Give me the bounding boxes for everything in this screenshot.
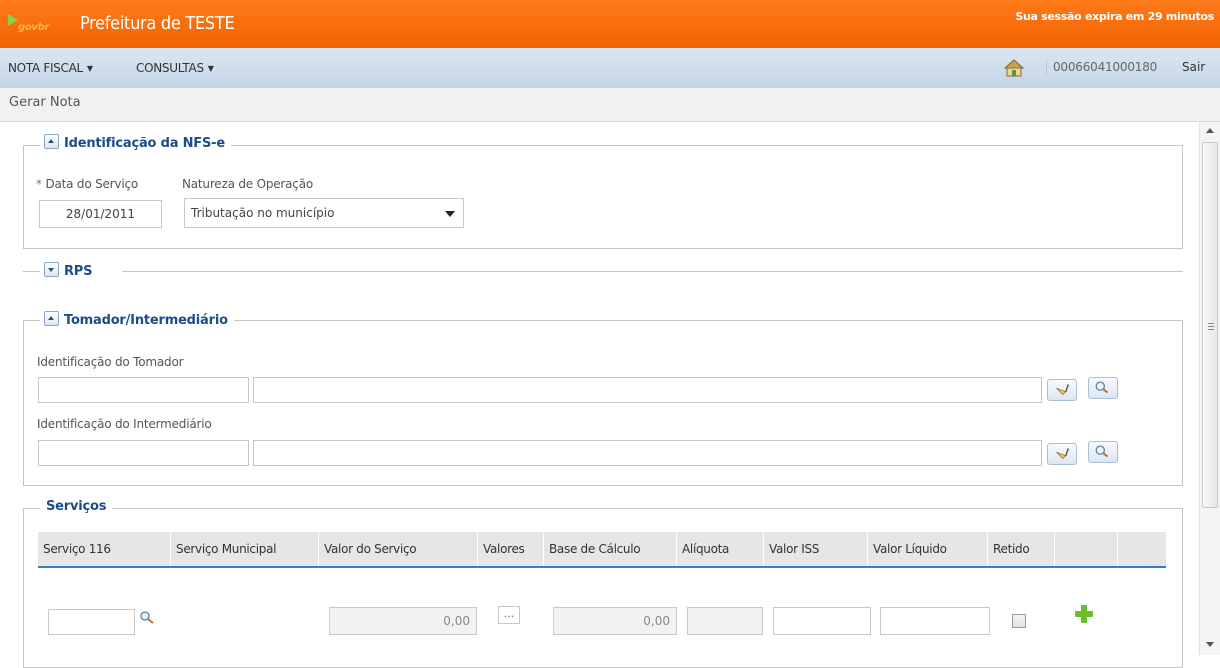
section-title: Serviços (46, 499, 107, 514)
menu-nota-fiscal[interactable]: NOTA FISCAL ▼ (8, 61, 93, 75)
expand-icon[interactable] (44, 262, 59, 277)
logo-arrow-icon (8, 14, 18, 26)
chevron-down-icon (445, 211, 455, 217)
logout-link[interactable]: Sair (1182, 60, 1205, 74)
menu-bar: NOTA FISCAL ▼ CONSULTAS ▼ 00066041000180 S… (0, 48, 1220, 89)
scroll-thumb[interactable] (1202, 142, 1218, 508)
col-extra (1118, 532, 1166, 566)
logo-text: gov (18, 22, 38, 33)
tomador-label: Identificação do Tomador (37, 355, 184, 369)
data-servico-input[interactable] (39, 200, 162, 228)
caret-down-icon: ▼ (207, 64, 214, 73)
col-actions (1055, 532, 1118, 566)
app-title: Prefeitura de TESTE (80, 13, 235, 34)
section-title: Identificação da NFS-e (64, 136, 225, 151)
search-icon (1095, 445, 1109, 458)
servicos-table-header: Serviço 116 Serviço Municipal Valor do S… (38, 532, 1166, 568)
collapse-icon[interactable] (44, 311, 59, 326)
search-icon[interactable] (139, 610, 157, 626)
header-bar: govbr Prefeitura de TESTE Sua sessão exp… (0, 0, 1220, 48)
col-valor-servico: Valor do Serviço (319, 532, 478, 566)
search-tomador-button[interactable] (1088, 377, 1118, 399)
servicos-legend: Serviços (40, 499, 113, 514)
collapse-icon[interactable] (44, 134, 59, 149)
rps-legend: RPS (40, 262, 99, 279)
natureza-label: Natureza de Operação (182, 177, 314, 191)
natureza-selected-value: Tributação no município (191, 206, 335, 220)
logo-text-suffix: br (37, 22, 50, 33)
home-icon[interactable] (1004, 59, 1024, 77)
col-valor-liquido: Valor Líquido (868, 532, 988, 566)
user-id: 00066041000180 (1046, 60, 1157, 74)
base-calculo-input (553, 607, 677, 635)
identificacao-fieldset (23, 145, 1183, 249)
clear-intermediario-button[interactable] (1047, 443, 1077, 465)
page-title: Gerar Nota (9, 95, 81, 110)
identificacao-legend: Identificação da NFS-e (40, 134, 231, 151)
search-icon (1095, 381, 1109, 394)
valor-servico-input[interactable] (329, 607, 477, 635)
intermediario-label: Identificação do Intermediário (37, 417, 212, 431)
page-scrollbar[interactable] (1199, 122, 1220, 655)
retido-checkbox[interactable] (1012, 614, 1026, 628)
section-title: Tomador/Intermediário (64, 313, 228, 328)
servico-116-input[interactable] (48, 609, 135, 635)
valor-iss-input[interactable] (773, 607, 871, 635)
search-intermediario-button[interactable] (1088, 441, 1118, 463)
session-timer: Sua sessão expira em 29 minutos (1015, 10, 1214, 23)
col-servico-116: Serviço 116 (38, 532, 171, 566)
data-servico-label: * Data do Serviço (36, 177, 138, 191)
scroll-down-icon[interactable] (1206, 642, 1214, 647)
col-valor-iss: Valor ISS (764, 532, 868, 566)
clear-tomador-button[interactable] (1047, 379, 1077, 401)
scroll-up-icon[interactable] (1206, 128, 1214, 133)
caret-down-icon: ▼ (86, 64, 93, 73)
menu-consultas[interactable]: CONSULTAS ▼ (136, 61, 214, 75)
eraser-icon (1056, 448, 1070, 460)
plus-icon[interactable] (1074, 604, 1094, 624)
rps-line-right (122, 271, 1183, 272)
tomador-doc-input[interactable] (38, 377, 249, 403)
intermediario-name-input[interactable] (253, 440, 1042, 466)
tomador-legend: Tomador/Intermediário (40, 311, 234, 328)
rps-line-left (23, 271, 40, 272)
breadcrumb: Gerar Nota (0, 88, 1220, 122)
required-mark: * (36, 177, 42, 191)
aliquota-input (687, 607, 763, 635)
section-title: RPS (64, 264, 93, 279)
menu-label: NOTA FISCAL (8, 61, 83, 75)
label-text: Data do Serviço (45, 177, 138, 191)
col-aliquota: Alíquota (677, 532, 764, 566)
tomador-name-input[interactable] (253, 377, 1042, 403)
valor-liquido-input[interactable] (880, 607, 990, 635)
intermediario-doc-input[interactable] (38, 440, 249, 466)
col-servico-municipal: Serviço Municipal (171, 532, 319, 566)
eraser-icon (1056, 384, 1070, 396)
valores-button[interactable]: ... (498, 606, 520, 624)
col-valores: Valores (478, 532, 544, 566)
col-base-calculo: Base de Cálculo (544, 532, 677, 566)
col-retido: Retido (988, 532, 1055, 566)
gov-logo: govbr (8, 14, 80, 38)
natureza-select[interactable]: Tributação no município (184, 198, 464, 228)
grip-icon (1208, 323, 1214, 324)
menu-label: CONSULTAS (136, 61, 204, 75)
